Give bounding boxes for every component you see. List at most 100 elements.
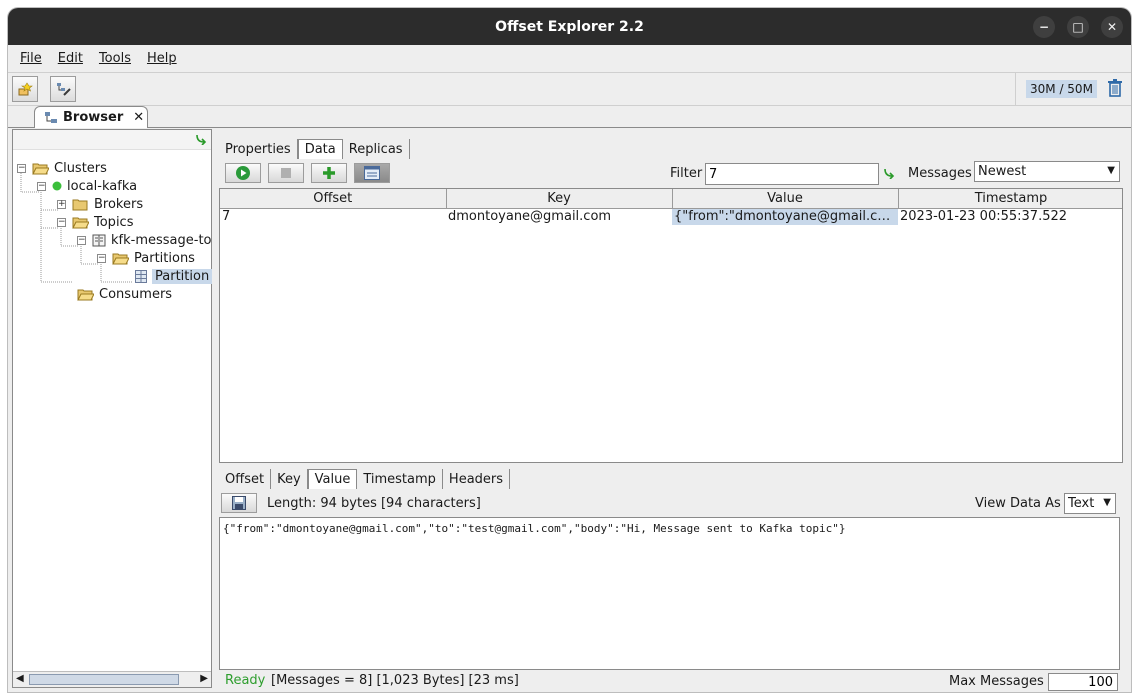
tab-timestamp[interactable]: Timestamp [357, 469, 443, 489]
tree-node-partitions[interactable]: − Partitions [97, 249, 195, 267]
decode-button[interactable] [354, 163, 390, 183]
collapse-icon[interactable]: − [57, 217, 66, 227]
main-toolbar: 30M / 50M [8, 72, 1131, 106]
close-tab-icon[interactable]: ✕ [133, 110, 144, 125]
table-header: Offset Key Value Timestamp [220, 189, 1122, 209]
cell-value[interactable]: {"from":"dmontoyane@gmail.com... [672, 208, 898, 225]
tree-label-topics: Topics [94, 214, 134, 230]
filter-input[interactable] [705, 163, 879, 185]
tree-label-topic: kfk-message-to [111, 232, 212, 248]
tree-node-brokers[interactable]: + Brokers [57, 195, 143, 213]
close-icon[interactable]: ✕ [1101, 16, 1123, 38]
memory-total: 50M [1067, 82, 1093, 96]
collapse-icon[interactable]: − [17, 163, 26, 173]
scroll-left-icon[interactable]: ◀ [16, 673, 24, 684]
tree-node-partition[interactable]: Partition [135, 267, 213, 285]
value-toolbar: Length: 94 bytes [94 characters] View Da… [219, 491, 1123, 517]
cell-offset[interactable]: 7 [220, 208, 446, 225]
max-messages-input[interactable] [1048, 673, 1118, 691]
retrieve-button[interactable] [225, 163, 261, 183]
tree-header [13, 130, 211, 150]
cell-timestamp[interactable]: 2023-01-23 00:55:37.522 [898, 208, 1122, 225]
trash-icon[interactable] [1107, 79, 1123, 97]
collapse-icon[interactable]: − [77, 235, 86, 245]
view-data-as-value: Text [1068, 496, 1095, 511]
window-controls: − □ ✕ [1033, 16, 1123, 38]
tab-browser-label: Browser [63, 110, 124, 125]
tree-horizontal-scrollbar[interactable]: ◀ ▶ [13, 671, 211, 687]
column-header-timestamp[interactable]: Timestamp [898, 189, 1122, 209]
menu-bar: File Edit Tools Help [8, 45, 1131, 72]
menu-help[interactable]: Help [147, 51, 177, 66]
cell-key[interactable]: dmontoyane@gmail.com [446, 208, 672, 225]
stop-button[interactable] [268, 163, 304, 183]
folder-icon [112, 252, 129, 265]
messages-select[interactable]: Newest ▼ [974, 161, 1120, 182]
view-data-as-select[interactable]: Text ▼ [1064, 493, 1116, 514]
tab-value[interactable]: Value [307, 469, 358, 489]
expand-icon[interactable]: + [57, 199, 66, 209]
save-icon [232, 496, 246, 510]
add-message-button[interactable] [311, 163, 347, 183]
menu-file[interactable]: File [20, 51, 42, 66]
column-header-key[interactable]: Key [446, 189, 673, 209]
tree-node-consumers[interactable]: Consumers [77, 285, 172, 303]
new-connection-icon [18, 82, 33, 96]
play-icon [236, 166, 250, 180]
minimize-icon[interactable]: − [1033, 16, 1055, 38]
stop-icon [281, 168, 291, 178]
filter-label: Filter [670, 166, 703, 181]
status-bar: Ready [Messages = 8] [1,023 Bytes] [23 m… [215, 672, 1123, 691]
save-value-button[interactable] [221, 493, 257, 513]
messages-label: Messages [908, 166, 972, 181]
tab-properties[interactable]: Properties [219, 139, 298, 159]
collapse-icon[interactable]: − [97, 253, 106, 263]
folder-icon [72, 198, 89, 211]
column-header-value[interactable]: Value [672, 189, 899, 209]
view-data-as-label: View Data As [975, 496, 1061, 511]
folder-icon [72, 216, 89, 229]
menu-tools[interactable]: Tools [99, 51, 131, 66]
status-ready: Ready [225, 673, 266, 688]
table-row[interactable]: 7 dmontoyane@gmail.com {"from":"dmontoya… [220, 208, 1122, 225]
tab-browser[interactable]: Browser ✕ [34, 106, 148, 128]
memory-label: 30M / 50M [1026, 80, 1097, 98]
edit-icon [57, 83, 71, 96]
tab-headers[interactable]: Headers [443, 469, 511, 489]
tree-node-cluster[interactable]: − local-kafka [37, 177, 137, 195]
tab-replicas[interactable]: Replicas [343, 139, 410, 159]
tab-offset[interactable]: Offset [219, 469, 272, 489]
folder-icon [77, 288, 94, 301]
apply-filter-icon[interactable] [883, 167, 895, 179]
menu-edit[interactable]: Edit [58, 51, 83, 66]
tree-node-topics[interactable]: − Topics [57, 213, 133, 231]
refresh-icon[interactable] [195, 133, 207, 145]
status-summary: [Messages = 8] [1,023 Bytes] [23 ms] [271, 673, 519, 688]
tree-node-topic[interactable]: − kfk-message-to [77, 231, 212, 249]
value-length: Length: 94 bytes [94 characters] [267, 496, 481, 511]
new-connection-button[interactable] [12, 76, 38, 102]
message-value-text[interactable]: {"from":"dmontoyane@gmail.com","to":"tes… [219, 517, 1120, 670]
title-bar: Offset Explorer 2.2 − □ ✕ [8, 8, 1131, 45]
tab-key[interactable]: Key [271, 469, 308, 489]
messages-table: Offset Key Value Timestamp 7 dmontoyane@… [219, 188, 1123, 463]
connected-icon [52, 181, 62, 191]
tab-data[interactable]: Data [297, 139, 343, 159]
tree-label-partitions: Partitions [134, 250, 195, 266]
partition-tabs: Properties Data Replicas [219, 139, 410, 159]
memory-separator: / [1055, 82, 1068, 96]
edit-connection-button[interactable] [50, 76, 76, 102]
collapse-icon[interactable]: − [37, 181, 46, 191]
memory-used: 30M [1030, 82, 1056, 96]
tree-label-brokers: Brokers [94, 196, 144, 212]
browser-tab-icon [45, 111, 57, 123]
tree-node-clusters[interactable]: − Clusters [17, 159, 107, 177]
tree-label-cluster: local-kafka [67, 178, 138, 194]
maximize-icon[interactable]: □ [1067, 16, 1089, 38]
chevron-down-icon: ▼ [1103, 497, 1111, 508]
scroll-right-icon[interactable]: ▶ [200, 673, 208, 684]
scrollbar-thumb[interactable] [29, 674, 179, 685]
max-messages-label: Max Messages [949, 674, 1044, 689]
folder-icon [32, 162, 49, 175]
column-header-offset[interactable]: Offset [220, 189, 447, 209]
